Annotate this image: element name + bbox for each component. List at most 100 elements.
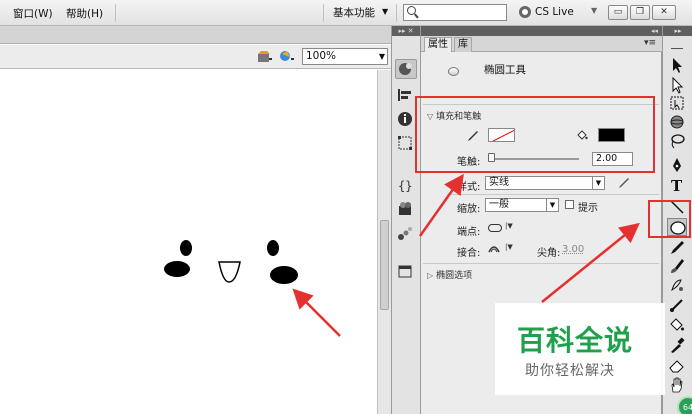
ellipse-tool-icon: [448, 67, 459, 76]
divider: [451, 194, 659, 195]
align-icon: [398, 89, 411, 101]
menu-separator: [396, 4, 397, 22]
edit-bar: 100% ▼: [0, 45, 391, 69]
cs-live-button[interactable]: CS Live: [535, 6, 574, 18]
watermark-title: 百科全说: [517, 324, 634, 357]
tab-properties[interactable]: 属性: [424, 37, 452, 52]
scale-select[interactable]: 一般 ▼: [485, 198, 559, 212]
library-dock-button[interactable]: [395, 262, 417, 282]
edit-scene-icon[interactable]: [257, 49, 273, 63]
edit-stroke-style-icon[interactable]: [618, 177, 630, 189]
properties-icon: [399, 63, 412, 75]
eyedropper-tool-icon[interactable]: [667, 336, 687, 354]
chevron-down-icon: ▼: [546, 199, 558, 211]
style-label: 样式:: [457, 182, 481, 193]
panel-collapse-icon[interactable]: ◂◂: [421, 26, 662, 36]
menu-help[interactable]: 帮助(H): [66, 6, 103, 21]
search-icon: [407, 6, 416, 15]
chevron-down-icon: ▼: [378, 52, 385, 61]
watermark: 百科全说 助你轻松解决: [495, 303, 665, 395]
motion-presets-dock-button[interactable]: [395, 224, 417, 244]
text-tool-icon[interactable]: T: [667, 176, 687, 195]
close-button[interactable]: ✕: [652, 5, 676, 20]
cs-live-dropdown-icon[interactable]: ▼: [591, 6, 597, 15]
scale-value: 一般: [489, 199, 509, 210]
menu-separator: [323, 4, 324, 22]
minimize-button[interactable]: ▭: [608, 5, 628, 20]
section-ellipse-options-label: 椭圆选项: [436, 271, 473, 281]
notification-badge[interactable]: 64: [677, 396, 692, 414]
right-eyebrow: [267, 240, 279, 256]
info-dock-button[interactable]: [395, 110, 417, 130]
stroke-style-select[interactable]: 实线 ▼: [485, 176, 605, 190]
right-eye: [270, 266, 298, 284]
chevron-down-icon[interactable]: |▼: [505, 222, 513, 230]
menu-separator: [115, 4, 116, 22]
tab-library[interactable]: 库: [454, 37, 472, 52]
hinting-label: 提示: [578, 203, 598, 214]
cs-live-icon[interactable]: [519, 6, 531, 18]
current-tool-name: 椭圆工具: [484, 64, 526, 76]
svg-text:{}: {}: [398, 179, 412, 193]
components-icon: [399, 202, 411, 215]
zoom-value: 100%: [306, 50, 337, 62]
chevron-down-icon[interactable]: |▼: [505, 243, 513, 251]
section-ellipse-options[interactable]: ▷ 椭圆选项: [427, 268, 472, 281]
panel-menu-icon[interactable]: ▾≡: [644, 38, 656, 48]
panel-dock: ▸▸ ✕ {}: [391, 26, 421, 414]
round-cap-icon[interactable]: [488, 224, 502, 232]
join-label: 接合:: [457, 248, 481, 259]
zoom-select[interactable]: 100% ▼: [302, 48, 388, 65]
subselection-tool-icon[interactable]: [667, 76, 687, 94]
properties-dock-button[interactable]: [395, 59, 417, 79]
brush-tool-icon[interactable]: [667, 257, 687, 275]
lasso-tool-icon[interactable]: [667, 132, 687, 150]
selection-tool-icon[interactable]: [667, 56, 687, 74]
workspace-dropdown-icon[interactable]: ▼: [382, 7, 388, 16]
hand-tool-icon[interactable]: [667, 376, 687, 394]
scrollbar-thumb[interactable]: [380, 220, 389, 310]
miter-label: 尖角:: [537, 248, 561, 259]
dock-collapse-icon[interactable]: ▸▸ ✕: [392, 26, 420, 36]
code-snippets-icon: {}: [398, 179, 412, 193]
deco-tool-icon[interactable]: [667, 276, 687, 294]
align-dock-button[interactable]: [395, 86, 417, 106]
expand-triangle-icon: ▷: [427, 271, 434, 280]
stroke-style-value: 实线: [489, 177, 509, 188]
info-icon: [398, 112, 412, 126]
timeline-strip: [0, 26, 391, 44]
stage-scrollbar[interactable]: [377, 70, 391, 414]
code-snippets-dock-button[interactable]: {}: [395, 176, 417, 196]
divider: [423, 263, 659, 264]
restore-button[interactable]: ❐: [630, 5, 650, 20]
hinting-checkbox[interactable]: [565, 200, 574, 209]
3d-rotation-tool-icon[interactable]: [667, 113, 687, 131]
annotation-box-fill-stroke: [415, 96, 655, 173]
mouth-shape: [218, 261, 241, 283]
miter-value[interactable]: 3.00: [562, 244, 584, 255]
panel-tabs: 属性 库 ▾≡: [421, 36, 662, 52]
stage-canvas[interactable]: [0, 70, 377, 414]
paint-bucket-tool-icon[interactable]: [667, 316, 687, 334]
watermark-subtitle: 助你轻松解决: [525, 363, 615, 379]
bone-tool-icon[interactable]: [667, 296, 687, 314]
round-join-icon[interactable]: [488, 243, 500, 253]
library-icon: [398, 265, 412, 278]
eraser-tool-icon[interactable]: [667, 356, 687, 374]
pen-tool-icon[interactable]: [667, 156, 687, 174]
workspace-switcher[interactable]: 基本功能: [333, 5, 375, 20]
menu-window[interactable]: 窗口(W): [13, 6, 53, 21]
svg-text:T: T: [671, 177, 683, 194]
tools-collapse-icon[interactable]: ▸▸: [663, 26, 692, 36]
motion-presets-icon: [398, 227, 412, 240]
transform-dock-button[interactable]: [395, 134, 417, 154]
left-eyebrow: [180, 240, 192, 256]
free-transform-tool-icon[interactable]: [667, 94, 687, 112]
chevron-down-icon: ▼: [592, 177, 604, 189]
edit-symbol-icon[interactable]: [279, 49, 295, 63]
pencil-tool-icon[interactable]: [667, 238, 687, 256]
help-search-input[interactable]: [403, 4, 507, 21]
flash-window: 窗口(W) 帮助(H) 基本功能 ▼ CS Live ▼ ▭ ❐ ✕ 100% …: [0, 0, 692, 414]
components-dock-button[interactable]: [395, 200, 417, 220]
drawn-face: [164, 240, 298, 284]
